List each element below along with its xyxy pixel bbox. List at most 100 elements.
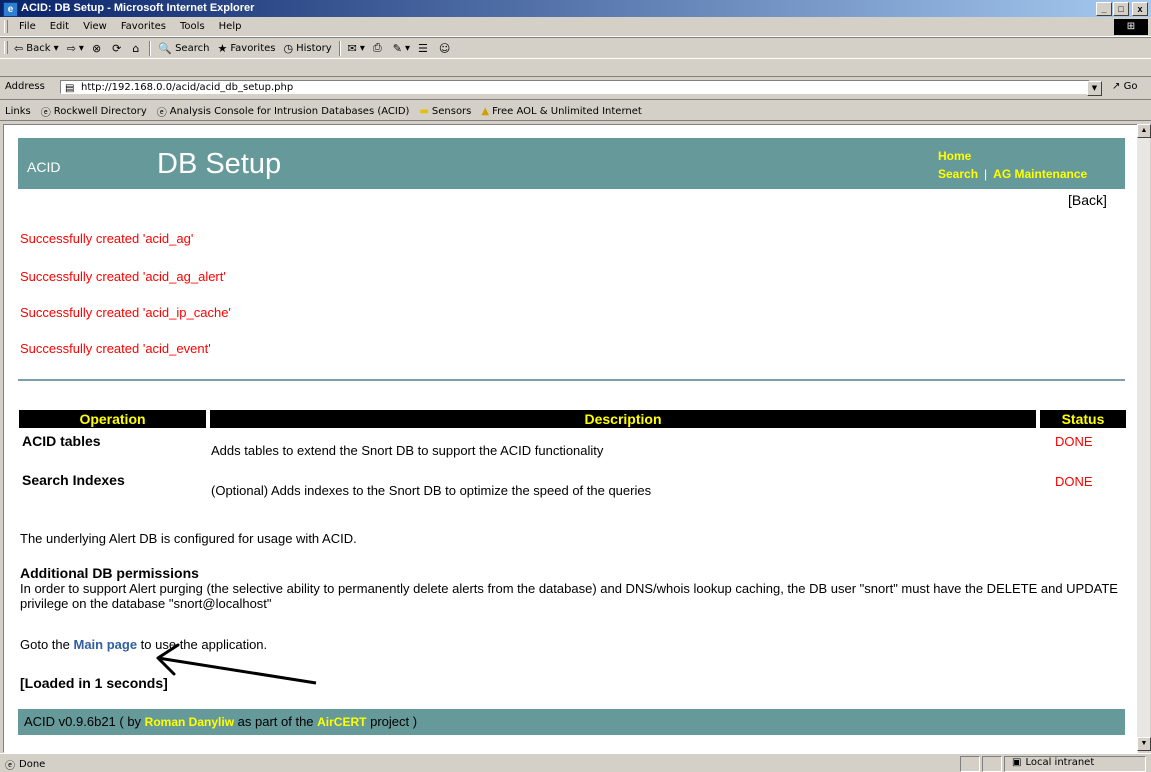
maximize-button[interactable]: □ <box>1113 2 1129 16</box>
search-icon: 🔍 <box>158 41 173 55</box>
address-url: http://192.168.0.0/acid/acid_db_setup.ph… <box>81 82 294 93</box>
ie-icon: e <box>3 2 18 17</box>
status-bar: ⓔ Done ▣ Local intranet <box>0 753 1151 772</box>
toolbar-grip[interactable] <box>4 41 8 54</box>
window-title: ACID: DB Setup - Microsoft Internet Expl… <box>21 2 255 14</box>
status-message: Successfully created 'acid_ip_cache' <box>20 305 231 320</box>
menu-edit[interactable]: Edit <box>43 20 76 33</box>
address-input[interactable]: ▤ http://192.168.0.0/acid/acid_db_setup.… <box>60 80 1090 94</box>
print-icon: ⎙ <box>372 41 382 54</box>
go-button[interactable]: ↗ Go <box>1112 81 1137 92</box>
ie-page-icon: ⓔ <box>40 108 51 119</box>
aol-icon: ▲ <box>481 106 490 117</box>
divider <box>18 379 1125 381</box>
page-content: ACID DB Setup Home Search | AG Maintenance… <box>3 124 1138 753</box>
acid-app-name: ACID <box>27 159 61 175</box>
scroll-down-icon[interactable]: ▼ <box>1137 737 1151 751</box>
stop-icon: ⊗ <box>91 41 102 55</box>
operation-status: DONE <box>1055 474 1093 489</box>
window-title-bar[interactable]: e ACID: DB Setup - Microsoft Internet Ex… <box>0 0 1151 17</box>
link-free-aol[interactable]: ▲ Free AOL & Unlimited Internet <box>481 106 641 117</box>
close-button[interactable]: x <box>1132 2 1148 16</box>
back-arrow-icon: ⇦ <box>14 41 24 55</box>
menu-tools[interactable]: Tools <box>173 20 212 33</box>
refresh-button[interactable]: ⟳ <box>108 41 128 56</box>
home-link[interactable]: Home <box>938 149 971 163</box>
forward-arrow-icon: ⇨ <box>66 41 76 55</box>
ag-maintenance-link[interactable]: AG Maintenance <box>993 167 1087 181</box>
toolbar-grip[interactable] <box>4 20 8 33</box>
column-header-operation: Operation <box>19 410 206 428</box>
security-zone: ▣ Local intranet <box>1012 757 1095 768</box>
history-icon: ◷ <box>283 41 294 55</box>
goto-prefix: Goto the <box>20 637 74 652</box>
address-bar: Address ▤ http://192.168.0.0/acid/acid_d… <box>0 76 1151 100</box>
back-button[interactable]: ⇦ Back ▾ <box>10 41 63 56</box>
address-dropdown-button[interactable]: ▼ <box>1087 81 1102 96</box>
menu-help[interactable]: Help <box>212 20 249 33</box>
configured-text: The underlying Alert DB is configured fo… <box>20 531 357 546</box>
window-controls: _ □ x <box>1095 2 1148 16</box>
operation-description: (Optional) Adds indexes to the Snort DB … <box>211 483 652 498</box>
page-footer: ACID v0.9.6b21 ( by Roman Danyliw as par… <box>18 709 1125 735</box>
header-nav: Home Search | AG Maintenance <box>938 147 1087 183</box>
intranet-icon: ▣ <box>1012 757 1022 768</box>
messenger-icon: ☺ <box>438 41 451 55</box>
home-icon: ⌂ <box>132 41 140 55</box>
toolbar-separator <box>338 40 341 56</box>
windows-logo-icon: ⊞ <box>1114 19 1148 35</box>
footer-middle: as part of the <box>234 714 318 729</box>
menu-favorites[interactable]: Favorites <box>114 20 173 33</box>
scroll-up-icon[interactable]: ▲ <box>1137 124 1151 138</box>
footer-prefix: ACID v0.9.6b21 ( by <box>24 714 145 729</box>
operation-name: Search Indexes <box>22 472 125 488</box>
ie-page-icon: ⓔ <box>156 108 167 119</box>
search-link[interactable]: Search <box>938 167 978 181</box>
column-header-description: Description <box>210 410 1036 428</box>
menu-file[interactable]: File <box>12 20 43 33</box>
links-label[interactable]: Links <box>5 106 31 117</box>
status-message: Successfully created 'acid_ag_alert' <box>20 269 226 284</box>
toolbar-separator <box>149 40 152 56</box>
operation-name: ACID tables <box>22 433 101 449</box>
folder-icon: ▬ <box>419 106 429 117</box>
done-page-icon: ⓔ <box>5 761 15 772</box>
edit-button[interactable]: ✎ ▾ <box>389 41 414 56</box>
standard-toolbar: ⇦ Back ▾ ⇨ ▾ ⊗ ⟳ ⌂ 🔍 Search ★ Favorites ◷ His… <box>0 37 1151 59</box>
menu-bar: File Edit View Favorites Tools Help <box>0 18 1151 37</box>
history-button[interactable]: ◷ History <box>279 41 335 56</box>
annotation-arrow <box>156 643 317 685</box>
discuss-icon: ☰ <box>417 41 428 55</box>
link-rockwell-directory[interactable]: ⓔ Rockwell Directory <box>41 104 147 119</box>
print-button[interactable]: ⎙ <box>369 40 389 56</box>
acid-header: ACID DB Setup Home Search | AG Maintenance <box>18 138 1125 189</box>
discuss-button[interactable]: ☰ <box>414 41 435 56</box>
mail-button[interactable]: ✉ ▾ <box>344 41 369 56</box>
operation-status: DONE <box>1055 434 1093 449</box>
messenger-button[interactable]: ☺ <box>435 41 457 56</box>
search-button[interactable]: 🔍 Search <box>154 41 213 56</box>
status-message: Successfully created 'acid_ag' <box>20 231 194 246</box>
back-link[interactable]: [Back] <box>1068 192 1107 208</box>
link-acid[interactable]: ⓔ Analysis Console for Intrusion Database… <box>157 104 410 119</box>
go-arrow-icon: ↗ <box>1112 81 1121 92</box>
status-text: ⓔ Done <box>5 759 46 772</box>
operation-description: Adds tables to extend the Snort DB to su… <box>211 443 604 458</box>
refresh-icon: ⟳ <box>112 41 122 55</box>
minimize-button[interactable]: _ <box>1096 2 1112 16</box>
author-link[interactable]: Roman Danyliw <box>145 715 234 729</box>
main-page-link[interactable]: Main page <box>73 637 137 652</box>
column-header-status: Status <box>1040 410 1126 428</box>
favorites-button[interactable]: ★ Favorites <box>213 41 279 56</box>
aircert-link[interactable]: AirCERT <box>317 715 366 729</box>
stop-button[interactable]: ⊗ <box>88 41 108 56</box>
link-sensors[interactable]: ▬ Sensors <box>419 106 471 117</box>
vertical-scrollbar[interactable]: ▲ ▼ <box>1137 124 1151 751</box>
favorites-icon: ★ <box>217 41 228 55</box>
nav-separator: | <box>984 167 988 181</box>
home-button[interactable]: ⌂ <box>128 41 146 56</box>
menu-view[interactable]: View <box>76 20 114 33</box>
forward-button[interactable]: ⇨ ▾ <box>63 41 88 56</box>
address-label: Address <box>5 81 45 92</box>
edit-icon: ✎ <box>392 41 402 55</box>
